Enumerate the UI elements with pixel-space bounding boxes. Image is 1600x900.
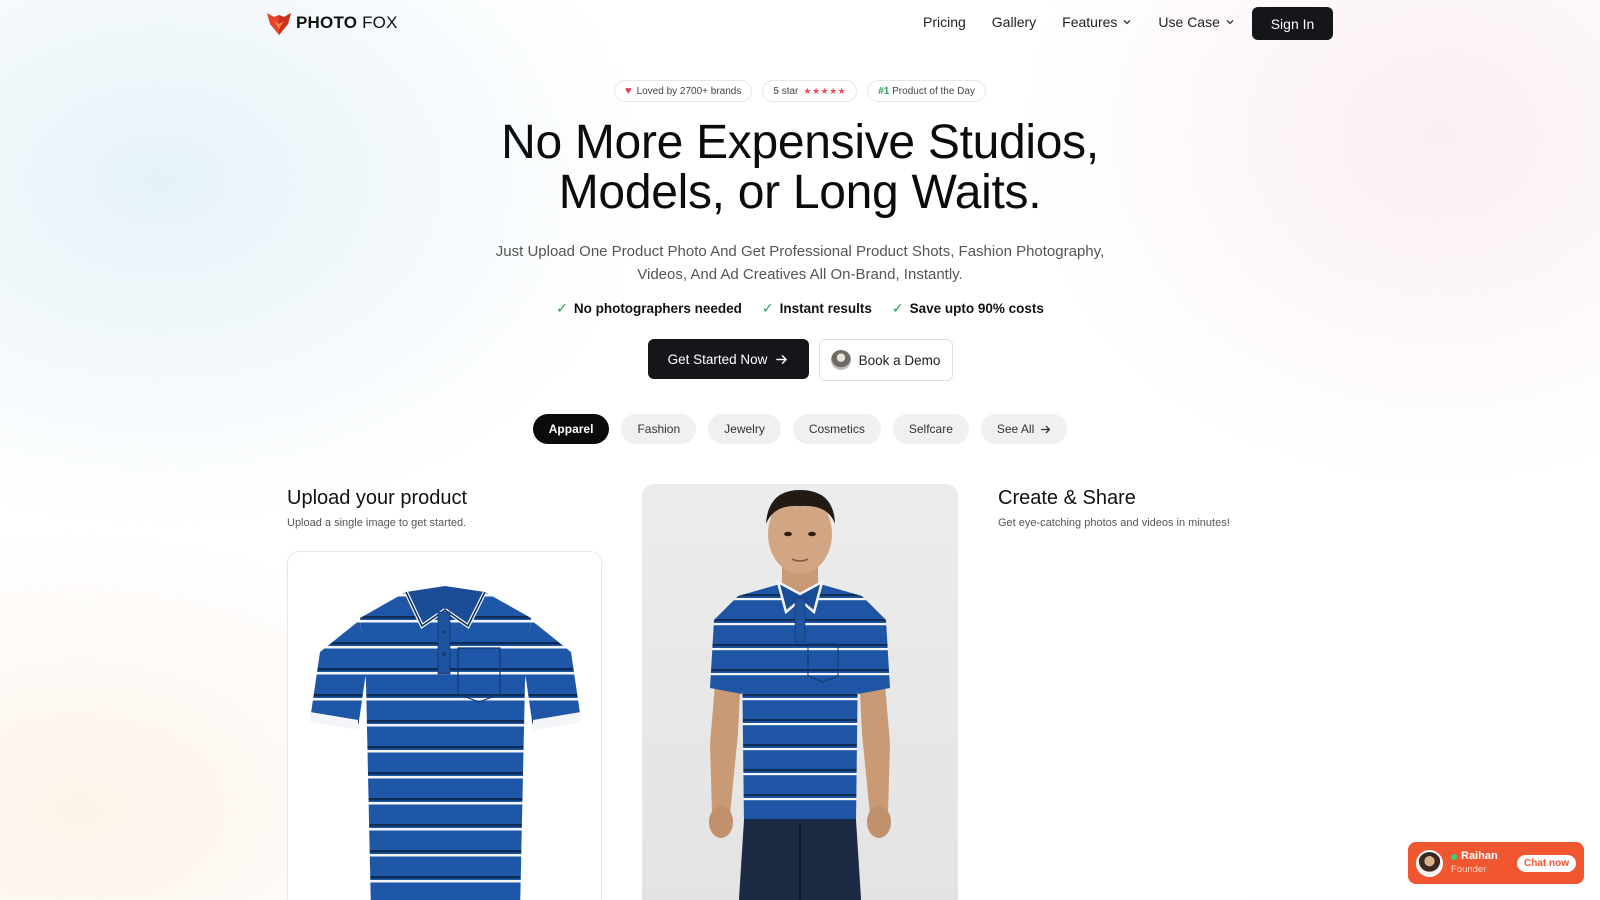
brand-name: PHOTO FOX bbox=[296, 13, 398, 32]
get-started-button[interactable]: Get Started Now bbox=[647, 339, 809, 379]
avatar bbox=[1416, 849, 1443, 877]
sign-in-button[interactable]: Sign In bbox=[1252, 7, 1333, 40]
see-all-button[interactable]: See All bbox=[980, 414, 1068, 444]
share-step-subtitle: Get eye-catching photos and videos in mi… bbox=[998, 517, 1230, 529]
nav-gallery[interactable]: Gallery bbox=[992, 14, 1036, 30]
star-rating-icon: ★★★★★ bbox=[803, 85, 847, 96]
nav-pricing[interactable]: Pricing bbox=[923, 14, 966, 30]
generated-model-photo[interactable] bbox=[642, 484, 958, 900]
nav-use-case[interactable]: Use Case bbox=[1158, 14, 1234, 30]
upload-step-title: Upload your product bbox=[287, 487, 468, 509]
fox-logo-icon bbox=[267, 13, 291, 35]
chat-contact-info: Raihan Founder bbox=[1451, 850, 1498, 875]
chevron-down-icon bbox=[1226, 20, 1234, 25]
product-of-day-badge: #1 Product of the Day bbox=[867, 80, 986, 102]
rating-badge: 5 star ★★★★★ bbox=[762, 80, 858, 102]
checkmark-icon: ✓ bbox=[761, 300, 774, 316]
arrow-right-icon bbox=[776, 354, 788, 364]
benefit-item: ✓ No photographers needed bbox=[556, 300, 742, 316]
checkmark-icon: ✓ bbox=[891, 300, 904, 316]
model-wearing-polo-image bbox=[709, 490, 891, 900]
nav-links: Pricing Gallery Features Use Case bbox=[923, 14, 1235, 30]
tab-cosmetics[interactable]: Cosmetics bbox=[792, 414, 881, 444]
polo-shirt-product-image bbox=[310, 586, 581, 900]
brand-logo[interactable]: PHOTO FOX bbox=[266, 10, 398, 36]
tab-selfcare[interactable]: Selfcare bbox=[892, 414, 969, 444]
upload-step-subtitle: Upload a single image to get started. bbox=[287, 517, 467, 529]
arrow-right-icon bbox=[1041, 425, 1051, 433]
category-tabs: Apparel Fashion Jewelry Cosmetics Selfca… bbox=[0, 414, 1600, 444]
hero-headline: No More Expensive Studios, Models, or Lo… bbox=[501, 116, 1099, 219]
benefit-item: ✓ Save upto 90% costs bbox=[891, 300, 1044, 316]
loved-by-badge: ♥ Loved by 2700+ brands bbox=[614, 80, 753, 102]
cta-row: Get Started Now Book a Demo bbox=[0, 339, 1600, 381]
uploaded-product-card[interactable] bbox=[287, 551, 602, 900]
benefit-item: ✓ Instant results bbox=[761, 300, 872, 316]
social-proof-badges: ♥ Loved by 2700+ brands 5 star ★★★★★ #1 … bbox=[0, 80, 1600, 102]
chat-now-button[interactable]: Chat now bbox=[1517, 854, 1576, 872]
benefit-checklist: ✓ No photographers needed ✓ Instant resu… bbox=[0, 300, 1600, 317]
hero-subheading: Just Upload One Product Photo And Get Pr… bbox=[495, 243, 1105, 283]
share-step-title: Create & Share bbox=[998, 487, 1136, 509]
checkmark-icon: ✓ bbox=[556, 300, 568, 316]
tab-jewelry[interactable]: Jewelry bbox=[708, 414, 781, 444]
tab-apparel[interactable]: Apparel bbox=[532, 414, 610, 444]
chat-widget[interactable]: Raihan Founder Chat now bbox=[1408, 842, 1584, 884]
chevron-down-icon bbox=[1123, 20, 1131, 25]
tab-fashion[interactable]: Fashion bbox=[621, 414, 697, 444]
nav-features[interactable]: Features bbox=[1062, 14, 1132, 30]
top-navbar: PHOTO FOX Pricing Gallery Features Use C… bbox=[0, 0, 1600, 46]
book-demo-button[interactable]: Book a Demo bbox=[818, 339, 953, 381]
avatar bbox=[830, 350, 851, 370]
online-status-icon bbox=[1451, 853, 1457, 860]
heart-icon: ♥ bbox=[625, 85, 632, 97]
